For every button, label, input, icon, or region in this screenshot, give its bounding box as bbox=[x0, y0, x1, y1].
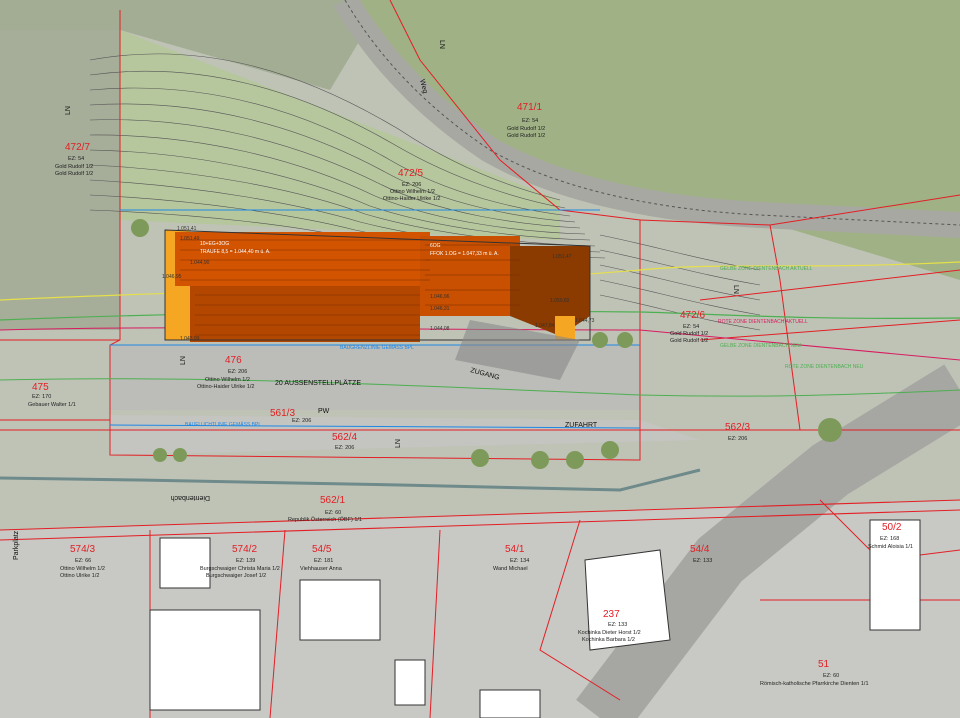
svg-text:Gold Rudolf 1/2: Gold Rudolf 1/2 bbox=[507, 133, 545, 139]
svg-text:Gold Rudolf 1/2: Gold Rudolf 1/2 bbox=[55, 164, 93, 170]
svg-text:Gebauer Walter 1/1: Gebauer Walter 1/1 bbox=[28, 402, 76, 408]
roof-south bbox=[190, 286, 420, 342]
elevation-label: 1.051,49 bbox=[180, 236, 200, 242]
site-plan-svg: 471/1 EZ: 54 Gold Rudolf 1/2 Gold Rudolf… bbox=[0, 0, 960, 718]
elevation-label: 1.047,84 bbox=[535, 323, 555, 329]
svg-text:Wand Michael: Wand Michael bbox=[493, 566, 528, 572]
parcel-label-562-4: 562/4 EZ: 206 bbox=[332, 432, 357, 451]
svg-text:EZ: 60: EZ: 60 bbox=[823, 673, 839, 679]
svg-text:Ottino-Haider Ulrike 1/2: Ottino-Haider Ulrike 1/2 bbox=[383, 196, 440, 202]
svg-text:EZ: 66: EZ: 66 bbox=[75, 558, 91, 564]
svg-text:476: 476 bbox=[225, 355, 242, 366]
svg-text:EZ: 181: EZ: 181 bbox=[314, 558, 333, 564]
svg-text:Burgschwaiger Christa Maria 1/: Burgschwaiger Christa Maria 1/2 bbox=[200, 566, 280, 572]
elevation-label: 1.050,82 bbox=[550, 298, 570, 304]
elevation-label: 1.046,95 bbox=[162, 274, 182, 280]
svg-text:Kochinka Dieter Horst 1/2: Kochinka Dieter Horst 1/2 bbox=[578, 630, 641, 636]
svg-text:Gold Rudolf 1/2: Gold Rudolf 1/2 bbox=[507, 126, 545, 132]
elevation-label: 1.044,73 bbox=[575, 318, 595, 324]
zone-label-rot-aktuell: ROTE ZONE DIENTENBACH AKTUELL bbox=[718, 319, 808, 325]
svg-text:Burgschwaiger Josef 1/2: Burgschwaiger Josef 1/2 bbox=[206, 573, 266, 579]
svg-text:51: 51 bbox=[818, 659, 830, 670]
svg-text:Kochinka Barbara 1/2: Kochinka Barbara 1/2 bbox=[582, 637, 635, 643]
ln-label-north: LN bbox=[438, 40, 445, 49]
svg-text:Ottino Wilhelm 1/2: Ottino Wilhelm 1/2 bbox=[205, 377, 250, 383]
meadow-west bbox=[0, 30, 120, 330]
zone-label-baufluchtlinie: BAUFLUCHTLINIE GEMÄSS BPL bbox=[185, 421, 261, 428]
svg-text:EZ: 206: EZ: 206 bbox=[402, 182, 421, 188]
svg-text:472/7: 472/7 bbox=[65, 142, 90, 153]
elevation-label: 1.044,90 bbox=[190, 260, 210, 266]
elevation-label: 1.046,96 bbox=[430, 294, 450, 300]
svg-text:EZ: 54: EZ: 54 bbox=[522, 118, 538, 124]
svg-text:EZ: 170: EZ: 170 bbox=[32, 394, 51, 400]
svg-text:Ottino Wilhelm 1/2: Ottino Wilhelm 1/2 bbox=[390, 189, 435, 195]
svg-text:472/5: 472/5 bbox=[398, 168, 423, 179]
pw-label: PW bbox=[318, 408, 330, 415]
parcel-label-54-4: 54/4 EZ: 133 bbox=[690, 544, 712, 564]
svg-text:Schmid Aloisia 1/1: Schmid Aloisia 1/1 bbox=[868, 544, 913, 550]
ln-label-west: LN bbox=[65, 106, 72, 115]
elevation-label: 1.051,41 bbox=[177, 226, 197, 232]
svg-text:EZ: 139: EZ: 139 bbox=[236, 558, 255, 564]
svg-text:EZ: 133: EZ: 133 bbox=[608, 622, 627, 628]
svg-text:54/4: 54/4 bbox=[690, 544, 710, 555]
ln-label-east: LN bbox=[732, 285, 739, 294]
svg-text:Viehhauser Anna: Viehhauser Anna bbox=[300, 566, 343, 572]
zufahrt-label: ZUFAHRT bbox=[565, 422, 598, 429]
zone-label-gelb-neu: GELBE ZONE DIENTENBACH NEU bbox=[720, 343, 802, 349]
building-height-left: TRAUFE 8,5 = 1.044,40 m ü. A. bbox=[200, 249, 270, 255]
svg-text:EZ: 206: EZ: 206 bbox=[228, 369, 247, 375]
building-caption-left: 10+EG+3OG bbox=[200, 241, 229, 247]
svg-text:EZ: 133: EZ: 133 bbox=[693, 558, 712, 564]
elevation-label: 1.043,99 bbox=[180, 336, 200, 342]
svg-text:50/2: 50/2 bbox=[882, 522, 902, 533]
zone-label-baugrenze: BAUGRENZLINIE GEMÄSS BPL bbox=[340, 344, 414, 351]
svg-text:574/3: 574/3 bbox=[70, 544, 95, 555]
svg-text:574/2: 574/2 bbox=[232, 544, 257, 555]
svg-text:Gold Rudolf 1/2: Gold Rudolf 1/2 bbox=[670, 338, 708, 344]
svg-text:EZ: 60: EZ: 60 bbox=[325, 510, 341, 516]
svg-text:EZ: 206: EZ: 206 bbox=[728, 436, 747, 442]
svg-text:562/1: 562/1 bbox=[320, 495, 345, 506]
building-height-right: FFOK 1.OG = 1.047,33 m ü. A. bbox=[430, 251, 499, 257]
svg-text:EZ: 54: EZ: 54 bbox=[683, 324, 699, 330]
parking-label: 20 AUSSENSTELLPLÄTZE bbox=[275, 379, 361, 387]
svg-text:562/3: 562/3 bbox=[725, 422, 750, 433]
svg-text:Gold Rudolf 1/2: Gold Rudolf 1/2 bbox=[670, 331, 708, 337]
site-plan-map: 471/1 EZ: 54 Gold Rudolf 1/2 Gold Rudolf… bbox=[0, 0, 960, 718]
elevation-label: 1.046,31 bbox=[430, 306, 450, 312]
ln-label-south: LN bbox=[395, 439, 402, 448]
svg-text:EZ: 168: EZ: 168 bbox=[880, 536, 899, 542]
elevation-label: 1.044,08 bbox=[430, 326, 450, 332]
svg-text:Republik Österreich (ÖBF) 1/1: Republik Österreich (ÖBF) 1/1 bbox=[288, 516, 362, 523]
svg-text:237: 237 bbox=[603, 609, 620, 620]
svg-text:Ottino Wilhelm 1/2: Ottino Wilhelm 1/2 bbox=[60, 566, 105, 572]
svg-text:Ottino Ulrike 1/2: Ottino Ulrike 1/2 bbox=[60, 573, 99, 579]
svg-text:562/4: 562/4 bbox=[332, 432, 357, 443]
zone-label-gelb: GELBE ZONE DIENTENBACH AKTUELL bbox=[720, 266, 813, 272]
svg-text:Römisch-katholische Pfarrkirch: Römisch-katholische Pfarrkirche Dienten … bbox=[760, 681, 869, 687]
building-caption-right: 6OG bbox=[430, 243, 441, 249]
svg-text:Ottino-Haider Ulrike 1/2: Ottino-Haider Ulrike 1/2 bbox=[197, 384, 254, 390]
elevation-label: 1.051,47 bbox=[552, 254, 572, 260]
svg-text:475: 475 bbox=[32, 382, 49, 393]
svg-text:EZ: 206: EZ: 206 bbox=[335, 445, 354, 451]
svg-text:54/5: 54/5 bbox=[312, 544, 332, 555]
zone-label-rot-neu: ROTE ZONE DIENTENBACH NEU bbox=[785, 364, 864, 370]
parkplatz-label: Parkplatz bbox=[13, 530, 20, 560]
svg-text:EZ: 206: EZ: 206 bbox=[292, 418, 311, 424]
ln-label-mid: LN bbox=[180, 356, 187, 365]
dientenbach-label: Dientenbach bbox=[171, 494, 210, 501]
svg-text:Gold Rudolf 1/2: Gold Rudolf 1/2 bbox=[55, 171, 93, 177]
svg-text:EZ: 134: EZ: 134 bbox=[510, 558, 529, 564]
svg-text:472/6: 472/6 bbox=[680, 310, 705, 321]
svg-text:54/1: 54/1 bbox=[505, 544, 525, 555]
svg-text:EZ: 54: EZ: 54 bbox=[68, 156, 84, 162]
svg-text:471/1: 471/1 bbox=[517, 102, 542, 113]
parcel-label-562-3: 562/3 EZ: 206 bbox=[725, 422, 750, 442]
